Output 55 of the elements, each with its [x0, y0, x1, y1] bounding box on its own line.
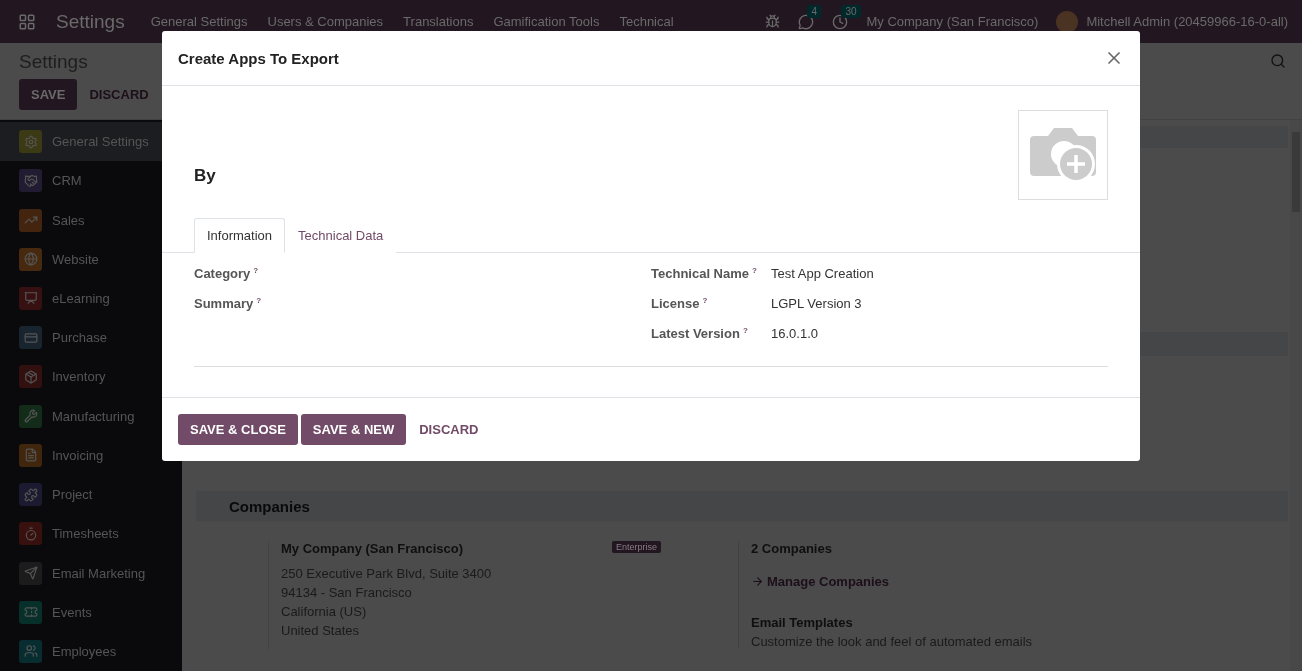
sidebar-item[interactable]: Project: [0, 474, 182, 515]
clock-icon[interactable]: [832, 13, 849, 30]
record-name: By: [194, 166, 216, 186]
sidebar-item[interactable]: Purchase: [0, 318, 182, 358]
sidebar-item[interactable]: Timesheets: [0, 514, 182, 554]
tab[interactable]: Information: [194, 218, 286, 253]
sidebar-item[interactable]: Website: [0, 239, 182, 279]
sidebar-item[interactable]: Events: [0, 592, 182, 632]
help-mark[interactable]: ?: [702, 295, 708, 305]
arrow-icon: [751, 575, 764, 588]
dialog-title: Create Apps To Export: [178, 49, 339, 67]
nav-menu-item[interactable]: Translations: [403, 14, 474, 29]
save-button[interactable]: SAVE: [19, 79, 78, 110]
notification-count: 30: [841, 4, 861, 18]
nav-menu-item[interactable]: Gamification Tools: [493, 14, 600, 29]
enterprise-badge: Enterprise: [611, 541, 661, 553]
help-mark[interactable]: ?: [253, 265, 259, 275]
discard-button[interactable]: DISCARD: [415, 414, 483, 445]
dialog-button[interactable]: SAVE & CLOSE: [178, 414, 298, 445]
field-value[interactable]: LGPL Version 3: [771, 296, 1108, 311]
sidebar-item[interactable]: Inventory: [0, 357, 182, 397]
nav-menu-item[interactable]: Technical: [619, 14, 674, 29]
sidebar-item[interactable]: Sales: [0, 200, 182, 240]
help-mark[interactable]: ?: [752, 265, 757, 275]
section-title: Companies: [229, 497, 310, 515]
discard-button[interactable]: DISCARD: [85, 79, 153, 110]
nav-menu-item[interactable]: Users & Companies: [267, 14, 384, 29]
dialog-button[interactable]: SAVE & NEW: [300, 414, 407, 445]
user-avatar[interactable]: [1056, 10, 1079, 33]
field-label: License $^{?}$: [651, 295, 709, 312]
nav-menu-item[interactable]: General Settings: [150, 14, 248, 29]
sidebar-item[interactable]: Email Marketing: [0, 553, 182, 593]
notification-count: 4: [807, 4, 821, 18]
bug-icon[interactable]: [765, 14, 781, 29]
field-value[interactable]: Test App Creation: [771, 266, 1108, 281]
chat-icon[interactable]: [798, 13, 815, 30]
manage-companies-link[interactable]: Manage Companies: [751, 574, 1288, 589]
field-label: Summary $^{?}$: [194, 295, 263, 312]
apps-menu-icon[interactable]: [18, 12, 36, 31]
sidebar-item[interactable]: Employees: [0, 631, 182, 671]
search-icon[interactable]: [1270, 53, 1286, 69]
help-mark[interactable]: ?: [742, 325, 748, 335]
field-label: Technical Name $^{?}$: [651, 265, 758, 282]
sidebar-item[interactable]: CRM: [0, 161, 182, 201]
company-switcher[interactable]: My Company (San Francisco): [866, 14, 1039, 29]
user-menu[interactable]: Mitchell Admin (20459966-16-0-all): [1086, 14, 1288, 29]
field-value[interactable]: 16.0.1.0: [771, 326, 1108, 341]
help-mark[interactable]: ?: [256, 295, 262, 305]
company-name: My Company (San Francisco): [281, 541, 464, 556]
app-title[interactable]: Settings: [56, 10, 125, 33]
field-label: Category $^{?}$: [194, 265, 260, 282]
setting-title: Email Templates: [751, 615, 854, 630]
companies-count: 2 Companies: [751, 541, 833, 556]
sidebar-item[interactable]: eLearning: [0, 278, 182, 319]
field-label: Latest Version $^{?}$: [651, 325, 749, 342]
